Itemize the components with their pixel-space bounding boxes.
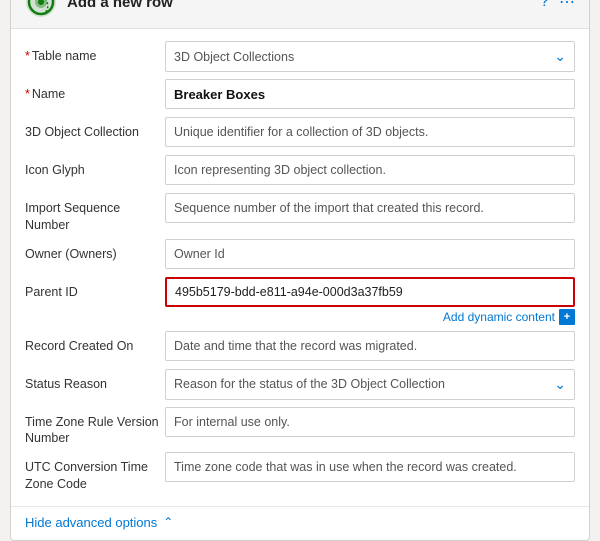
dialog-header: Add a new row ? ⋯ <box>11 0 589 29</box>
time-zone-rule-row: Time Zone Rule Version Number For intern… <box>25 407 575 447</box>
required-star: * <box>25 49 30 63</box>
hide-advanced-label: Hide advanced options <box>25 515 157 530</box>
name-row: *Name Breaker Boxes <box>25 79 575 111</box>
more-options-button[interactable]: ⋯ <box>559 0 575 12</box>
form-content: *Table name 3D Object Collections ⌄ *Nam… <box>11 29 589 506</box>
dialog-title: Add a new row <box>67 0 540 11</box>
import-sequence-input[interactable]: Sequence number of the import that creat… <box>165 193 575 223</box>
icon-glyph-row: Icon Glyph Icon representing 3D object c… <box>25 155 575 187</box>
icon-glyph-field: Icon representing 3D object collection. <box>165 155 575 185</box>
table-name-row: *Table name 3D Object Collections ⌄ <box>25 41 575 73</box>
name-field: Breaker Boxes <box>165 79 575 109</box>
table-name-select[interactable]: 3D Object Collections ⌄ <box>165 41 575 72</box>
owner-input[interactable]: Owner Id <box>165 239 575 269</box>
utc-conversion-row: UTC Conversion Time Zone Code Time zone … <box>25 452 575 492</box>
record-created-on-field: Date and time that the record was migrat… <box>165 331 575 361</box>
parent-id-input[interactable]: 495b5179-bdd-e811-a94e-000d3a37fb59 <box>165 277 575 307</box>
owner-field: Owner Id <box>165 239 575 269</box>
owner-row: Owner (Owners) Owner Id <box>25 239 575 271</box>
icon-glyph-input[interactable]: Icon representing 3D object collection. <box>165 155 575 185</box>
status-reason-value: Reason for the status of the 3D Object C… <box>174 377 445 391</box>
chevron-up-icon: ⌃ <box>163 515 173 529</box>
record-created-on-row: Record Created On Date and time that the… <box>25 331 575 363</box>
time-zone-rule-field: For internal use only. <box>165 407 575 437</box>
add-dynamic-content[interactable]: Add dynamic content + <box>165 309 575 325</box>
3d-object-collection-field: Unique identifier for a collection of 3D… <box>165 117 575 147</box>
utc-conversion-label: UTC Conversion Time Zone Code <box>25 452 165 492</box>
app-logo <box>25 0 57 18</box>
status-reason-field: Reason for the status of the 3D Object C… <box>165 369 575 400</box>
name-label: *Name <box>25 79 165 102</box>
parent-id-label: Parent ID <box>25 277 165 300</box>
status-reason-label: Status Reason <box>25 369 165 392</box>
footer[interactable]: Hide advanced options ⌃ <box>11 506 589 540</box>
import-sequence-field: Sequence number of the import that creat… <box>165 193 575 223</box>
import-sequence-row: Import Sequence Number Sequence number o… <box>25 193 575 233</box>
parent-id-row: Parent ID 495b5179-bdd-e811-a94e-000d3a3… <box>25 277 575 325</box>
add-new-row-card: Add a new row ? ⋯ *Table name 3D Object … <box>10 0 590 541</box>
3d-object-collection-label: 3D Object Collection <box>25 117 165 140</box>
help-button[interactable]: ? <box>540 0 549 11</box>
3d-object-collection-input[interactable]: Unique identifier for a collection of 3D… <box>165 117 575 147</box>
time-zone-rule-label: Time Zone Rule Version Number <box>25 407 165 447</box>
header-actions: ? ⋯ <box>540 0 575 12</box>
add-dynamic-icon: + <box>559 309 575 325</box>
icon-glyph-label: Icon Glyph <box>25 155 165 178</box>
parent-id-field: 495b5179-bdd-e811-a94e-000d3a37fb59 Add … <box>165 277 575 325</box>
utc-conversion-field: Time zone code that was in use when the … <box>165 452 575 482</box>
table-name-value: 3D Object Collections <box>174 50 294 64</box>
status-reason-row: Status Reason Reason for the status of t… <box>25 369 575 401</box>
table-name-field: 3D Object Collections ⌄ <box>165 41 575 72</box>
import-sequence-label: Import Sequence Number <box>25 193 165 233</box>
required-star: * <box>25 87 30 101</box>
owner-label: Owner (Owners) <box>25 239 165 262</box>
status-reason-select[interactable]: Reason for the status of the 3D Object C… <box>165 369 575 400</box>
utc-conversion-input[interactable]: Time zone code that was in use when the … <box>165 452 575 482</box>
table-name-label: *Table name <box>25 41 165 64</box>
time-zone-rule-input[interactable]: For internal use only. <box>165 407 575 437</box>
name-input[interactable]: Breaker Boxes <box>165 79 575 109</box>
record-created-on-label: Record Created On <box>25 331 165 354</box>
chevron-down-icon: ⌄ <box>554 48 566 65</box>
record-created-on-input[interactable]: Date and time that the record was migrat… <box>165 331 575 361</box>
3d-object-collection-row: 3D Object Collection Unique identifier f… <box>25 117 575 149</box>
chevron-down-icon: ⌄ <box>554 376 566 393</box>
